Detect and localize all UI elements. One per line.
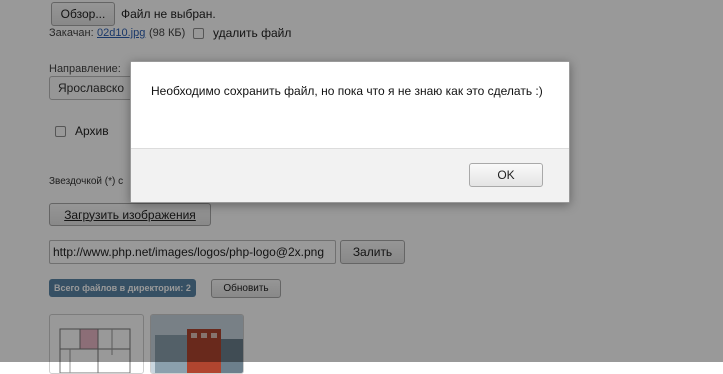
ok-button[interactable]: OK <box>469 163 543 187</box>
alert-dialog: Необходимо сохранить файл, но пока что я… <box>130 61 570 203</box>
dialog-message: Необходимо сохранить файл, но пока что я… <box>151 84 543 98</box>
dialog-footer: OK <box>131 148 569 202</box>
dialog-body: Необходимо сохранить файл, но пока что я… <box>131 62 569 148</box>
